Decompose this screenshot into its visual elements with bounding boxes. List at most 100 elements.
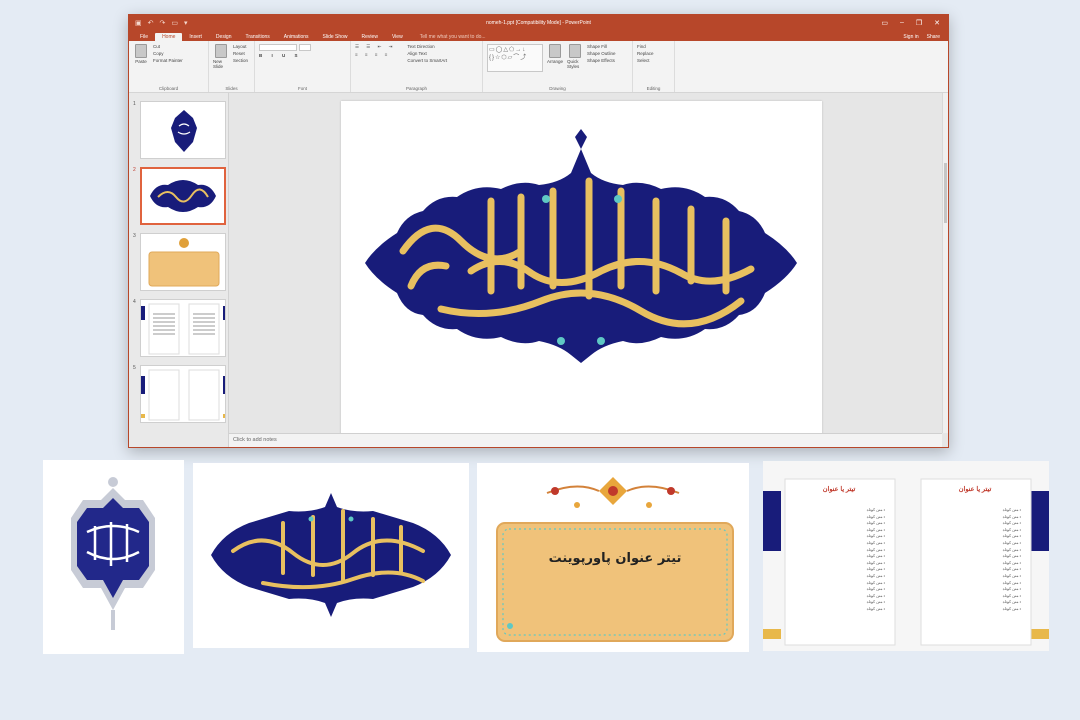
- close-icon[interactable]: ✕: [934, 19, 940, 27]
- slide-editor[interactable]: Click to add notes: [229, 93, 948, 447]
- bullet-item: • متن کوتاه: [866, 592, 885, 598]
- slide-thumbnail-1[interactable]: 1: [133, 101, 226, 159]
- bismillah-emblem-image: [71, 477, 155, 630]
- clipboard-label: Clipboard: [158, 86, 179, 91]
- clipboard-group: Paste Cut Copy Format Painter Clipboard: [129, 41, 209, 92]
- vertical-scrollbar[interactable]: [942, 93, 948, 433]
- undo-icon[interactable]: ↶: [148, 19, 154, 27]
- paste-button[interactable]: Paste: [133, 44, 149, 84]
- tab-view[interactable]: View: [385, 33, 410, 41]
- current-slide[interactable]: [341, 101, 822, 434]
- slides-group: New Slide Layout Reset Section Slides: [209, 41, 255, 92]
- font-size-box[interactable]: [299, 44, 311, 51]
- font-name-box[interactable]: [259, 44, 297, 51]
- bullet-item: • متن کوتاه: [1002, 526, 1021, 532]
- tell-me-box[interactable]: Tell me what you want to do...: [416, 33, 490, 41]
- slide-thumbnail-2[interactable]: 2: [133, 167, 226, 225]
- blank-frame-thumbnail-image: [141, 369, 225, 421]
- notes-pane[interactable]: Click to add notes: [229, 433, 942, 447]
- font-label: Font: [297, 86, 307, 91]
- shapes-gallery[interactable]: ▭◯△⬠→↓ {}☆⬡▱⌒⤴: [487, 44, 543, 72]
- slide-thumbnail-5[interactable]: 5: [133, 365, 226, 423]
- left-panel-heading: تیتر یا عنوان: [822, 486, 856, 493]
- select-button[interactable]: Select: [637, 58, 654, 63]
- title-box-thumbnail-image: [148, 238, 220, 287]
- find-button[interactable]: Find: [637, 44, 654, 49]
- bullet-item: • متن کوتاه: [1002, 513, 1021, 519]
- reset-button[interactable]: Reset: [233, 51, 248, 56]
- emblem-thumbnail-image: [171, 110, 197, 152]
- title-box-text: تیتر عنوان پاورپوینت: [548, 551, 682, 566]
- customize-qat-icon[interactable]: ▾: [184, 19, 188, 27]
- text-direction-button[interactable]: Text Direction: [407, 44, 447, 49]
- slide-thumbnail-3[interactable]: 3: [133, 233, 226, 291]
- slide-thumbnail-4[interactable]: 4: [133, 299, 226, 357]
- format-painter-button[interactable]: Format Painter: [153, 58, 183, 63]
- new-slide-button[interactable]: New Slide: [213, 44, 229, 84]
- ribbon-display-icon[interactable]: ▭: [881, 19, 888, 27]
- preview-text-list: تیتر یا عنوان تیتر یا عنوان • متن کوتاه •…: [763, 461, 1049, 651]
- bullet-item: • متن کوتاه: [1002, 559, 1021, 565]
- align-text-button[interactable]: Align Text: [407, 51, 447, 56]
- replace-button[interactable]: Replace: [637, 51, 654, 56]
- share-button[interactable]: Share: [927, 34, 940, 40]
- shape-fill-button[interactable]: Shape Fill: [587, 44, 616, 49]
- calligraphy-emblem-image[interactable]: [341, 101, 822, 434]
- preview-title-box: تیتر عنوان پاورپوینت: [477, 463, 749, 652]
- bullet-item: • متن کوتاه: [1002, 539, 1021, 545]
- bullet-item: • متن کوتاه: [1002, 586, 1021, 592]
- arrange-button[interactable]: Arrange: [547, 44, 563, 84]
- calligraphy-thumbnail-image: [150, 180, 216, 212]
- tab-animations[interactable]: Animations: [277, 33, 316, 41]
- tab-file[interactable]: File: [133, 33, 155, 41]
- start-presentation-icon[interactable]: ▭: [171, 19, 178, 27]
- quick-styles-button[interactable]: Quick Styles: [567, 44, 583, 84]
- tab-design[interactable]: Design: [209, 33, 239, 41]
- copy-button[interactable]: Copy: [153, 51, 183, 56]
- cut-button[interactable]: Cut: [153, 44, 183, 49]
- bullet-item: • متن کوتاه: [1002, 605, 1021, 611]
- ribbon-home: Paste Cut Copy Format Painter Clipboard …: [129, 41, 948, 93]
- calligraphy-preview-image: [211, 493, 451, 617]
- layout-button[interactable]: Layout: [233, 44, 248, 49]
- bullet-item: • متن کوتاه: [866, 553, 885, 559]
- floral-ornament: [546, 477, 680, 508]
- tab-insert[interactable]: Insert: [182, 33, 209, 41]
- bullet-item: • متن کوتاه: [866, 579, 885, 585]
- maximize-icon[interactable]: ❐: [916, 19, 922, 27]
- shape-outline-button[interactable]: Shape Outline: [587, 51, 616, 56]
- bullet-item: • متن کوتاه: [1002, 533, 1021, 539]
- tab-review[interactable]: Review: [355, 33, 385, 41]
- bullet-item: • متن کوتاه: [1002, 546, 1021, 552]
- save-icon[interactable]: ▣: [135, 19, 142, 27]
- redo-icon[interactable]: ↷: [160, 19, 166, 27]
- bullet-item: • متن کوتاه: [866, 546, 885, 552]
- emblem-shape: [365, 149, 797, 363]
- minimize-icon[interactable]: –: [900, 19, 904, 27]
- shape-effects-button[interactable]: Shape Effects: [587, 58, 616, 63]
- convert-smartart-button[interactable]: Convert to SmartArt: [407, 58, 447, 63]
- left-bullet-list: • متن کوتاه • متن کوتاه • متن کوتاه • متن ک…: [803, 507, 885, 613]
- bullet-item: • متن کوتاه: [1002, 572, 1021, 578]
- editing-label: Editing: [646, 86, 661, 91]
- tab-slide-show[interactable]: Slide Show: [316, 33, 355, 41]
- sign-in-link[interactable]: Sign in: [903, 34, 918, 40]
- bullet-item: • متن کوتاه: [866, 599, 885, 605]
- bullet-item: • متن کوتاه: [866, 572, 885, 578]
- tab-transitions[interactable]: Transitions: [239, 33, 277, 41]
- bullet-item: • متن کوتاه: [1002, 566, 1021, 572]
- tab-home[interactable]: Home: [155, 33, 183, 41]
- paragraph-label: Paragraph: [405, 86, 427, 91]
- list-buttons[interactable]: ☰ ☰ ⇤ ⇥: [355, 44, 395, 50]
- bullet-item: • متن کوتاه: [866, 533, 885, 539]
- bullet-item: • متن کوتاه: [866, 559, 885, 565]
- right-bullet-list: • متن کوتاه • متن کوتاه • متن کوتاه • متن ک…: [939, 507, 1021, 613]
- bullet-item: • متن کوتاه: [1002, 553, 1021, 559]
- scrollbar-thumb[interactable]: [944, 163, 947, 223]
- preview-emblem-bismillah: [43, 460, 184, 654]
- slide-thumbnails-panel[interactable]: 1 2 3 4 5: [129, 93, 229, 447]
- font-format-buttons[interactable]: B I U S: [259, 53, 311, 58]
- align-buttons[interactable]: ≡ ≡ ≡ ≡: [355, 52, 395, 57]
- section-button[interactable]: Section: [233, 58, 248, 63]
- account-area: Sign in Share: [903, 34, 948, 41]
